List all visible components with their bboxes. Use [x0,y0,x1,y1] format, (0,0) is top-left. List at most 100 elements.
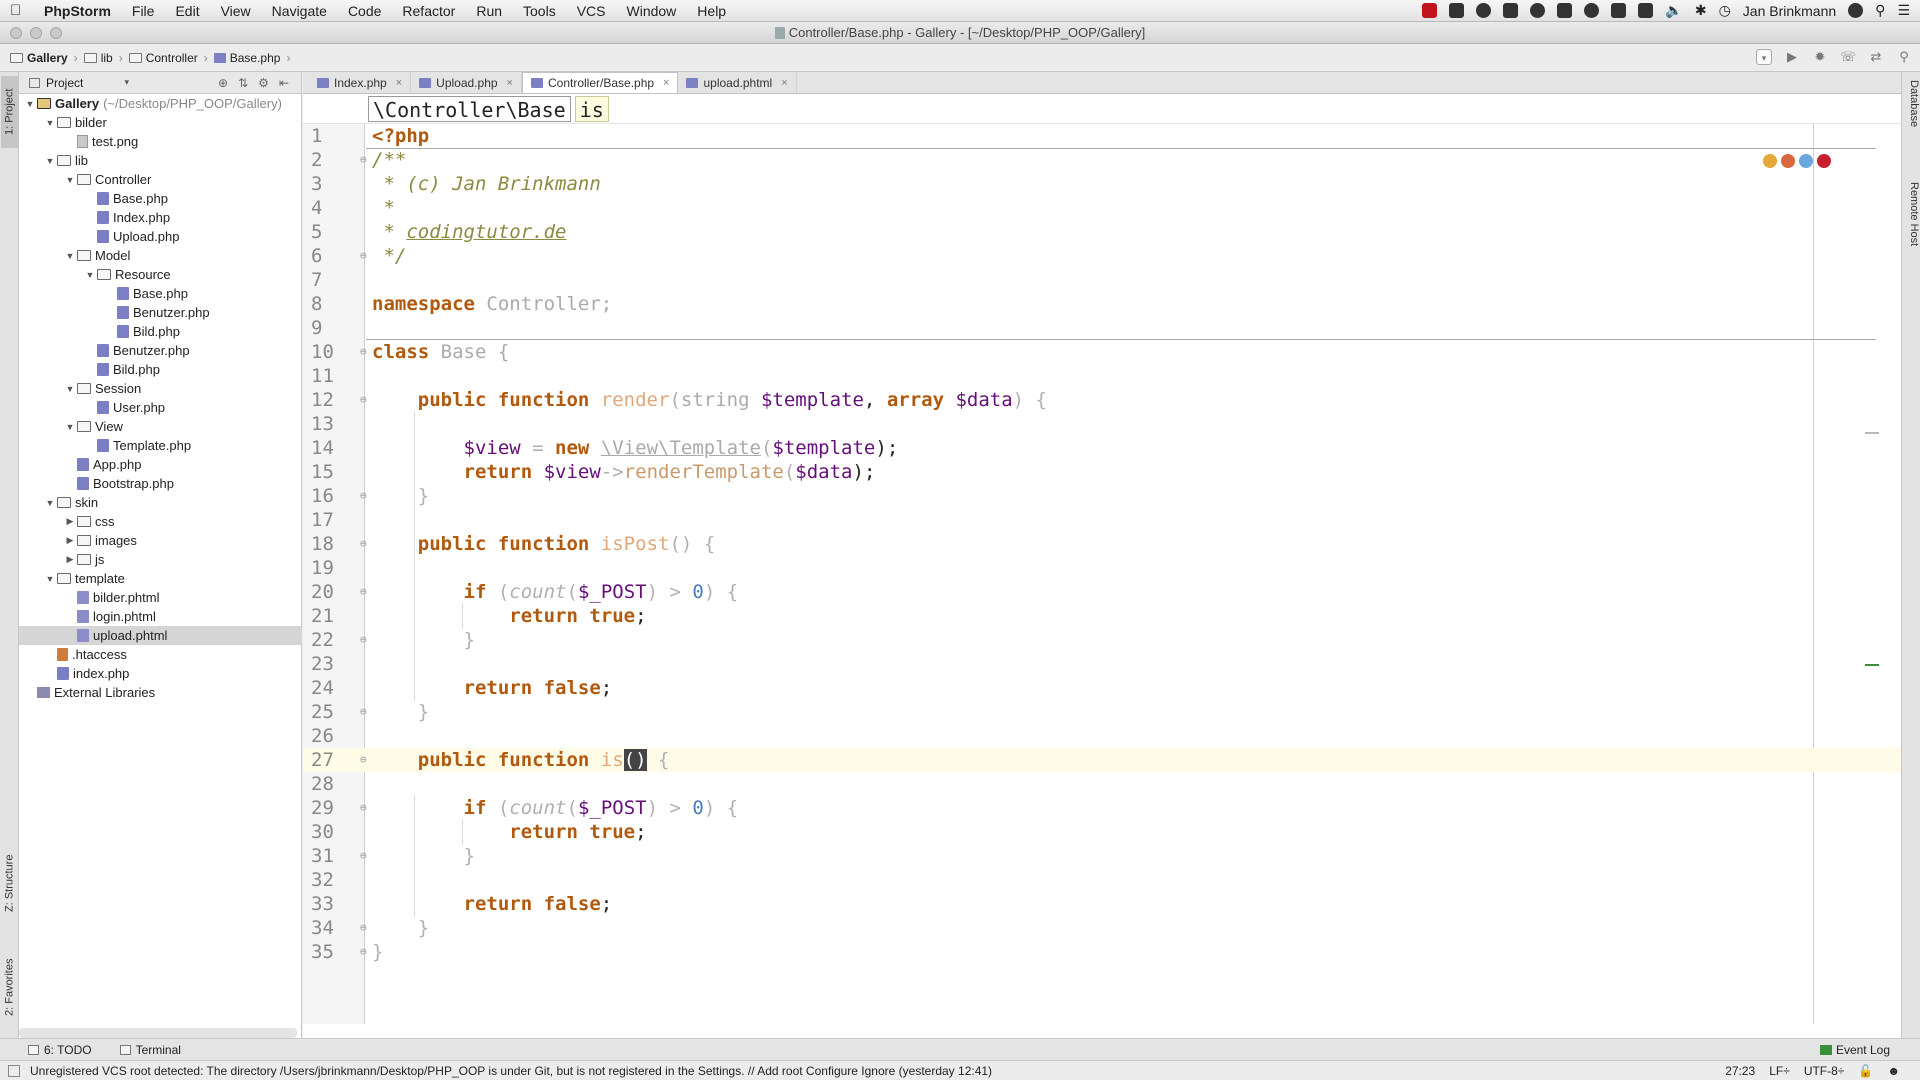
close-tab-icon[interactable]: × [781,77,787,89]
code-line[interactable]: 14 $view = new \View\Template($template)… [303,436,1901,460]
code-line[interactable]: 34 ⊖ } [303,916,1901,940]
record-icon[interactable] [1422,3,1438,18]
tree-item[interactable]: Base.php [19,189,302,208]
code-line[interactable]: 20 ⊖ if (count($_POST) > 0) { [303,580,1901,604]
expand-arrow-icon[interactable]: ▶ [63,535,77,546]
scroll-marker-ok[interactable] [1865,664,1879,666]
account-icon[interactable] [1848,3,1864,18]
fold-marker-icon[interactable]: ⊖ [360,340,370,364]
menu-tools[interactable]: Tools [523,3,556,19]
menu-refactor[interactable]: Refactor [402,3,455,19]
tree-item[interactable]: Upload.php [19,227,302,246]
tree-item[interactable]: ▼ skin [19,493,302,512]
tree-item[interactable]: ▼ Controller [19,170,302,189]
dropbox-icon[interactable] [1449,3,1465,18]
code-line[interactable]: 15 return $view->renderTemplate($data); [303,460,1901,484]
code-line[interactable]: 26 [303,724,1901,748]
fold-marker-icon[interactable]: ⊖ [360,628,370,652]
hide-panel-icon[interactable]: ⇤ [279,76,289,90]
code-line[interactable]: 25 ⊖ } [303,700,1901,724]
tree-item[interactable]: App.php [19,455,302,474]
apple-icon[interactable]:  [10,2,26,19]
bookmark-icon[interactable] [1557,3,1573,18]
scroll-marker[interactable] [1865,432,1879,434]
menu-edit[interactable]: Edit [175,3,199,19]
vcs-icon[interactable]: ⇄ [1868,49,1884,65]
code-line[interactable]: 23 [303,652,1901,676]
menu-window[interactable]: Window [627,3,677,19]
code-line[interactable]: 18 ⊖ public function isPost() { [303,532,1901,556]
nav-crumb-project[interactable]: Gallery › [10,51,78,65]
code-line[interactable]: 32 [303,868,1901,892]
tree-item[interactable]: ▼ View [19,417,302,436]
tree-item[interactable]: Bootstrap.php [19,474,302,493]
fold-marker-icon[interactable]: ⊖ [360,148,370,172]
close-tab-icon[interactable]: × [663,77,669,89]
close-window-button[interactable] [10,27,22,39]
tree-item[interactable]: .htaccess [19,645,302,664]
code-line[interactable]: 35 ⊖} [303,940,1901,964]
fold-marker-icon[interactable]: ⊖ [360,700,370,724]
code-line[interactable]: 2 ⊖/** [303,148,1901,172]
tree-item[interactable]: ▶ images [19,531,302,550]
code-line[interactable]: 6 ⊖ */ [303,244,1901,268]
tree-item[interactable]: ▼ Gallery (~/Desktop/PHP_OOP/Gallery) [19,94,302,113]
code-editor[interactable]: 1 <?php 2 ⊖/** 3 * (c) Jan Brinkmann 4 * 5 * c… [303,124,1901,1042]
tab-project-tool[interactable]: 1: Project [1,76,18,148]
drive-icon[interactable] [1638,3,1654,18]
zoom-window-button[interactable] [50,27,62,39]
gear-icon[interactable]: ⚙ [258,76,269,90]
nav-crumb-file[interactable]: Base.php › [213,51,290,65]
tree-item[interactable]: ▶ css [19,512,302,531]
tree-item[interactable]: Benutzer.php [19,341,302,360]
caret-position[interactable]: 27:23 [1725,1064,1755,1078]
tree-item[interactable]: ▶ js [19,550,302,569]
breadcrumb-method[interactable]: is [574,95,609,122]
collapse-arrow-icon[interactable]: ▼ [23,99,37,109]
menu-app[interactable]: PhpStorm [44,3,111,19]
lock-icon[interactable]: 🔓 [1858,1064,1873,1078]
code-line[interactable]: 21 return true; [303,604,1901,628]
tree-item[interactable]: Template.php [19,436,302,455]
scroll-from-source-icon[interactable]: ⊕ [218,76,228,90]
collapse-arrow-icon[interactable]: ▼ [83,270,97,280]
fold-marker-icon[interactable]: ⊖ [360,940,370,964]
collapse-arrow-icon[interactable]: ▼ [63,384,77,394]
fold-marker-icon[interactable]: ⊖ [360,796,370,820]
project-view-selector[interactable]: Project ▾ [29,76,129,90]
code-line[interactable]: 31 ⊖ } [303,844,1901,868]
tree-item[interactable]: ▼ lib [19,151,302,170]
collapse-arrow-icon[interactable]: ▼ [43,574,57,584]
tab-structure-tool[interactable]: Z: Structure [1,838,18,928]
fold-marker-icon[interactable]: ⊖ [360,916,370,940]
expand-arrow-icon[interactable]: ▶ [63,554,77,565]
info-icon[interactable] [1530,3,1546,18]
tree-item[interactable]: ▼ Model [19,246,302,265]
user-name[interactable]: Jan Brinkmann [1743,3,1836,19]
tree-item[interactable]: upload.phtml [19,626,302,645]
tab-favorites-tool[interactable]: 2: Favorites [1,942,18,1032]
fold-marker-icon[interactable]: ⊖ [360,388,370,412]
status-toggle-icon[interactable] [8,1064,20,1077]
collapse-arrow-icon[interactable]: ▼ [43,118,57,128]
code-line[interactable]: 3 * (c) Jan Brinkmann [303,172,1901,196]
status-message[interactable]: Unregistered VCS root detected: The dire… [30,1064,992,1078]
editor-tab[interactable]: upload.phtml × [678,72,797,93]
code-line[interactable]: 13 [303,412,1901,436]
tree-item[interactable]: User.php [19,398,302,417]
tree-item[interactable]: Benutzer.php [19,303,302,322]
line-separator[interactable]: LF÷ [1769,1064,1790,1078]
plus-icon[interactable] [1503,3,1519,18]
code-line[interactable]: 30 return true; [303,820,1901,844]
collapse-arrow-icon[interactable]: ▼ [63,175,77,185]
menu-code[interactable]: Code [348,3,381,19]
collapse-arrow-icon[interactable]: ▼ [63,422,77,432]
code-line[interactable]: 16 ⊖ } [303,484,1901,508]
evernote-icon[interactable] [1611,3,1627,18]
code-line[interactable]: 11 [303,364,1901,388]
code-line[interactable]: 10 ⊖ class Base { [303,340,1901,364]
debug-icon[interactable]: ✹ [1812,49,1828,65]
code-line[interactable]: 7 [303,268,1901,292]
notification-center-icon[interactable]: ☰ [1897,2,1910,19]
horizontal-scrollbar[interactable] [19,1028,297,1038]
